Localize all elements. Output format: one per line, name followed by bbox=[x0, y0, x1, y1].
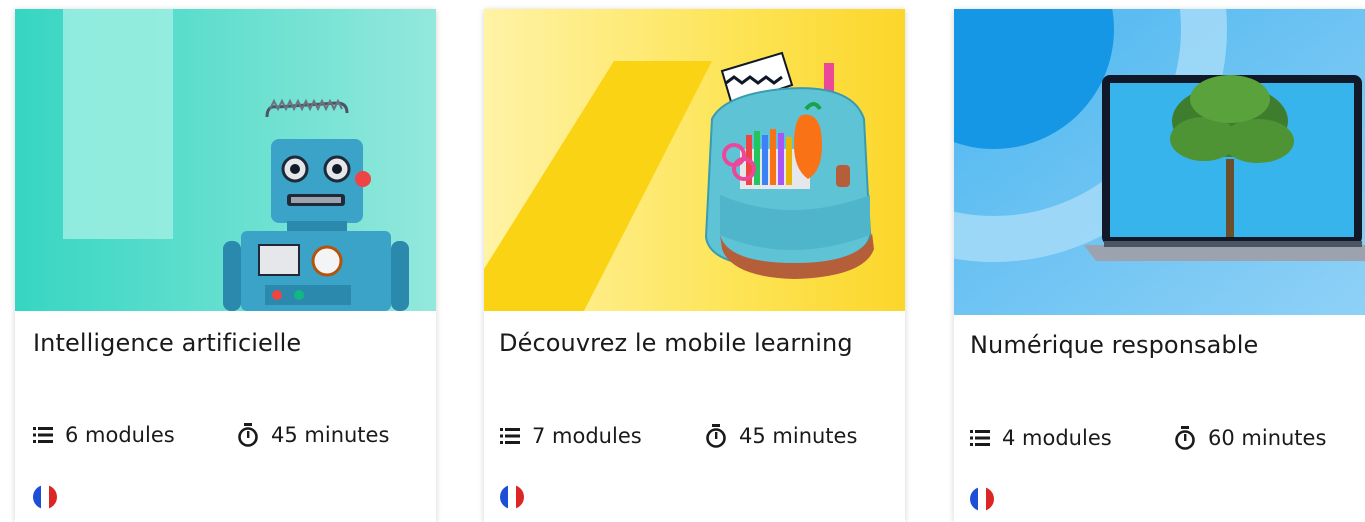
duration: 45 minutes bbox=[705, 424, 857, 448]
course-thumbnail-robot[interactable] bbox=[15, 9, 436, 311]
modules-label: 6 modules bbox=[65, 423, 175, 447]
course-title[interactable]: Découvrez le mobile learning bbox=[499, 329, 853, 357]
duration-label: 45 minutes bbox=[271, 423, 390, 447]
france-flag-icon bbox=[970, 487, 994, 511]
modules-label: 4 modules bbox=[1002, 426, 1112, 450]
modules-label: 7 modules bbox=[532, 424, 642, 448]
course-card-mobile-learning[interactable]: Découvrez le mobile learning 7 modules 4 bbox=[484, 9, 905, 522]
list-icon bbox=[33, 426, 53, 444]
modules-count: 4 modules bbox=[970, 426, 1112, 450]
duration-label: 60 minutes bbox=[1208, 426, 1327, 450]
course-thumbnail-laptop-tree[interactable] bbox=[954, 9, 1365, 315]
france-flag-icon bbox=[33, 485, 57, 509]
modules-count: 6 modules bbox=[33, 423, 175, 447]
stopwatch-icon bbox=[1174, 426, 1196, 450]
modules-count: 7 modules bbox=[500, 424, 642, 448]
stopwatch-icon bbox=[237, 423, 259, 447]
france-flag-icon bbox=[500, 485, 524, 509]
list-icon bbox=[500, 427, 520, 445]
course-meta: 4 modules 60 minutes bbox=[970, 426, 1326, 450]
duration: 45 minutes bbox=[237, 423, 389, 447]
list-icon bbox=[970, 429, 990, 447]
stopwatch-icon bbox=[705, 424, 727, 448]
duration-label: 45 minutes bbox=[739, 424, 858, 448]
course-card-numerique-responsable[interactable]: Numérique responsable 4 modules 60 minut bbox=[954, 9, 1365, 522]
course-thumbnail-backpack[interactable] bbox=[484, 9, 905, 311]
course-meta: 6 modules 45 minutes bbox=[33, 423, 389, 447]
course-title[interactable]: Intelligence artificielle bbox=[33, 329, 301, 357]
course-title[interactable]: Numérique responsable bbox=[970, 331, 1258, 359]
course-meta: 7 modules 45 minutes bbox=[500, 424, 857, 448]
duration: 60 minutes bbox=[1174, 426, 1326, 450]
course-card-intelligence-artificielle[interactable]: Intelligence artificielle 6 modules 45 m bbox=[15, 9, 436, 522]
